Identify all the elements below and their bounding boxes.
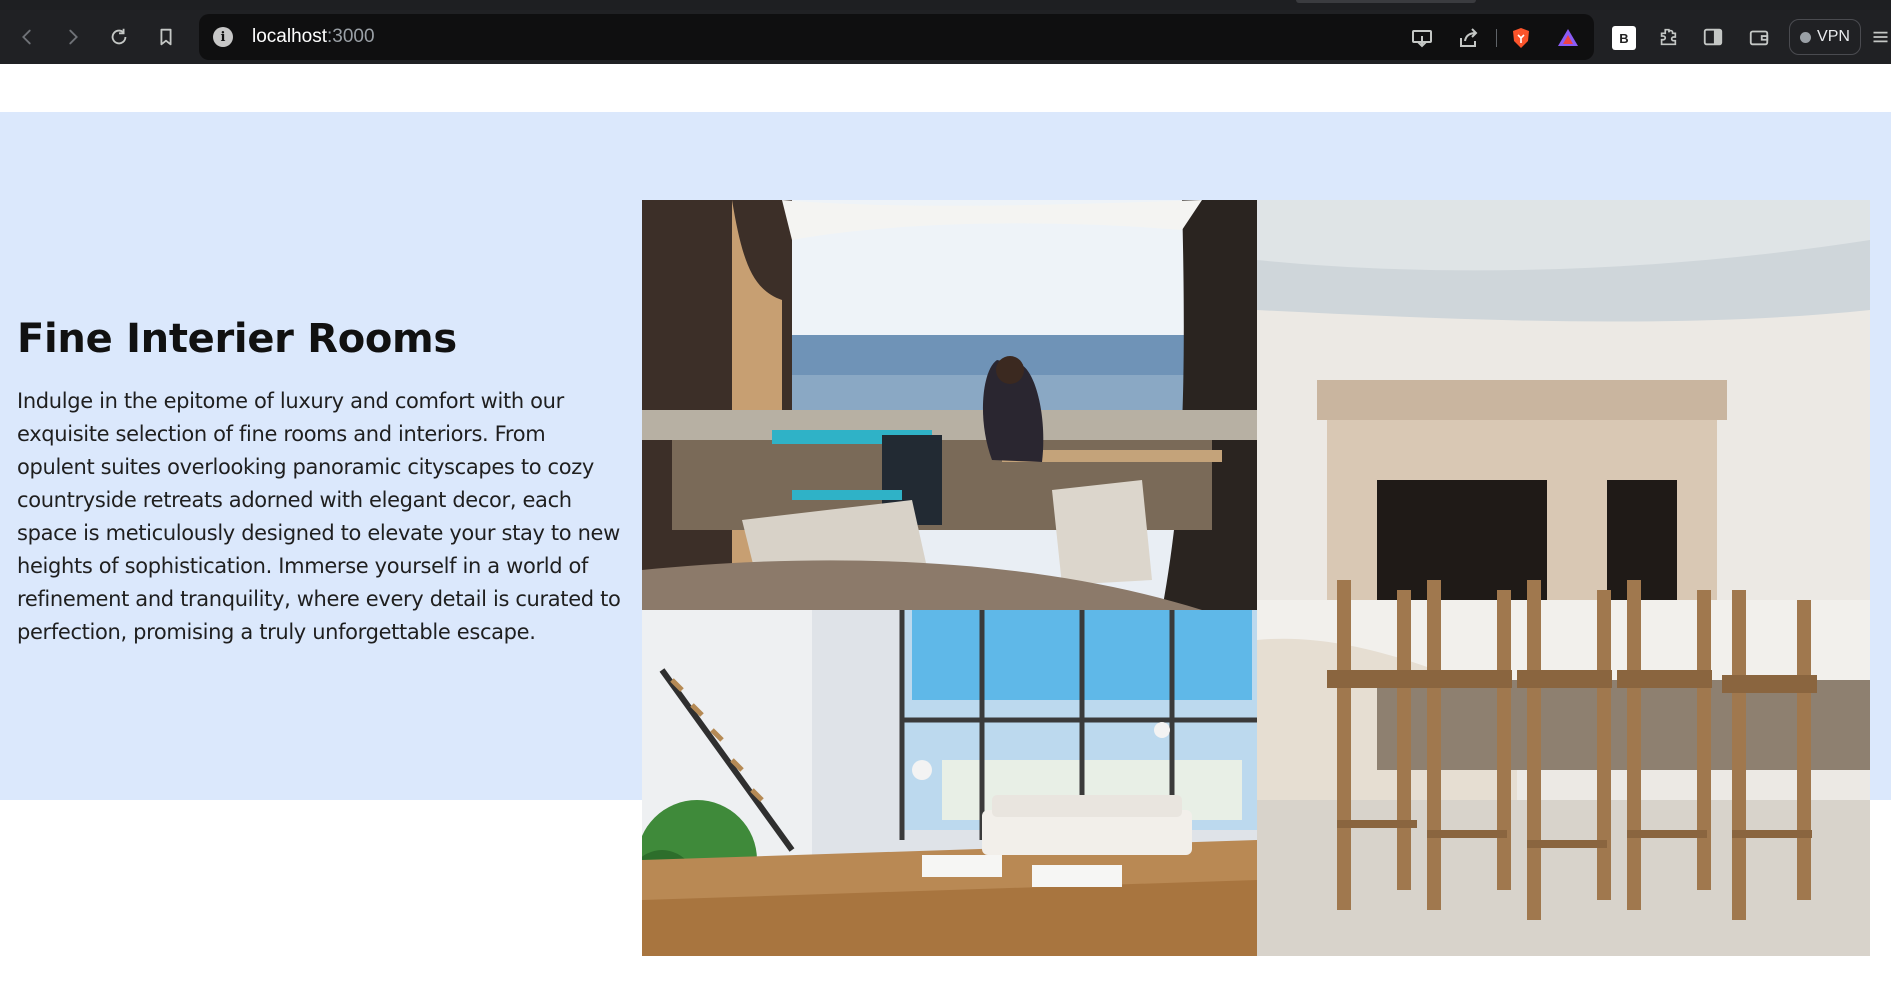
bookmark-icon[interactable] [151, 22, 181, 52]
share-icon[interactable] [1456, 25, 1482, 51]
sidebar-icon[interactable] [1698, 22, 1728, 52]
vpn-button[interactable]: VPN [1789, 19, 1861, 55]
window-top-strip [0, 0, 1891, 10]
reload-icon[interactable] [104, 22, 134, 52]
extension-b-label: B [1619, 30, 1629, 46]
url-port: :3000 [327, 26, 375, 47]
menu-icon[interactable] [1870, 22, 1891, 52]
extension-b-icon[interactable]: B [1612, 26, 1636, 50]
address-bar[interactable]: i localhost:3000 [199, 14, 1594, 60]
install-app-icon[interactable] [1409, 25, 1435, 51]
forward-icon[interactable] [58, 22, 88, 52]
site-info-icon[interactable]: i [213, 27, 233, 47]
extensions-icon[interactable] [1653, 22, 1683, 52]
active-tab-indicator [1296, 0, 1476, 3]
brave-shields-icon[interactable] [1508, 25, 1534, 51]
section-heading: Fine Interier Rooms [17, 316, 457, 362]
vpn-status-icon [1800, 31, 1812, 43]
modern-living-room-photo [642, 610, 1257, 956]
url-text[interactable]: localhost:3000 [252, 26, 375, 48]
brave-rewards-icon[interactable] [1555, 25, 1581, 51]
wallet-icon[interactable] [1744, 22, 1774, 52]
address-bar-divider [1496, 29, 1497, 47]
outdoor-bar-stools-photo [1257, 200, 1870, 956]
section-description: Indulge in the epitome of luxury and com… [17, 389, 621, 644]
back-icon[interactable] [12, 22, 42, 52]
browser-toolbar: i localhost:3000 B VPN [0, 10, 1891, 64]
seaside-cafe-photo [642, 200, 1257, 610]
url-host: localhost [252, 26, 327, 47]
vpn-label: VPN [1817, 28, 1850, 45]
